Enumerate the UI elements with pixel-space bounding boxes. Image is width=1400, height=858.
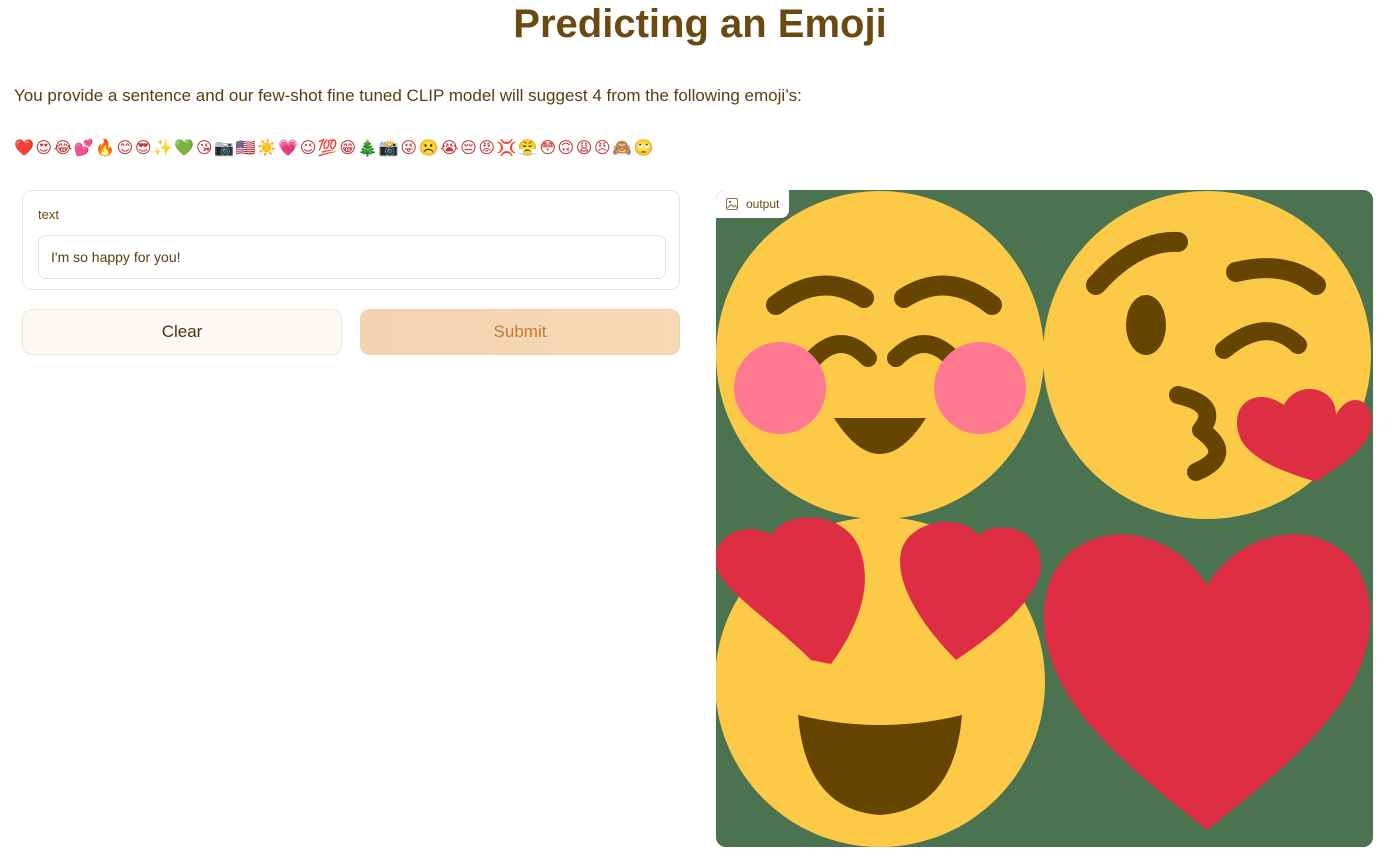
page-title: Predicting an Emoji xyxy=(513,2,887,46)
output-label-tab: output xyxy=(716,190,790,218)
output-label: output xyxy=(746,197,780,211)
text-input-label: text xyxy=(38,207,59,222)
face-blowing-kiss-icon xyxy=(1043,191,1372,519)
text-input-panel: text xyxy=(22,190,680,290)
description: You provide a sentence and our few-shot … xyxy=(14,86,802,105)
smiling-face-icon xyxy=(716,191,1044,519)
output-panel: output xyxy=(716,190,1373,847)
clear-button[interactable]: Clear xyxy=(22,309,342,355)
output-image xyxy=(716,190,1373,847)
text-input[interactable] xyxy=(38,235,666,279)
emoji-list: ❤️😍😂💕🔥😊😎✨💚😘📷🇺🇸☀️💗😉💯😁🎄📸😜☹️😭😔😡💢😤😳🙃😩😠🙈🙄 xyxy=(14,138,655,157)
heart-eyes-face-icon xyxy=(716,517,1045,847)
image-icon xyxy=(726,198,738,210)
submit-button[interactable]: Submit xyxy=(360,309,680,355)
